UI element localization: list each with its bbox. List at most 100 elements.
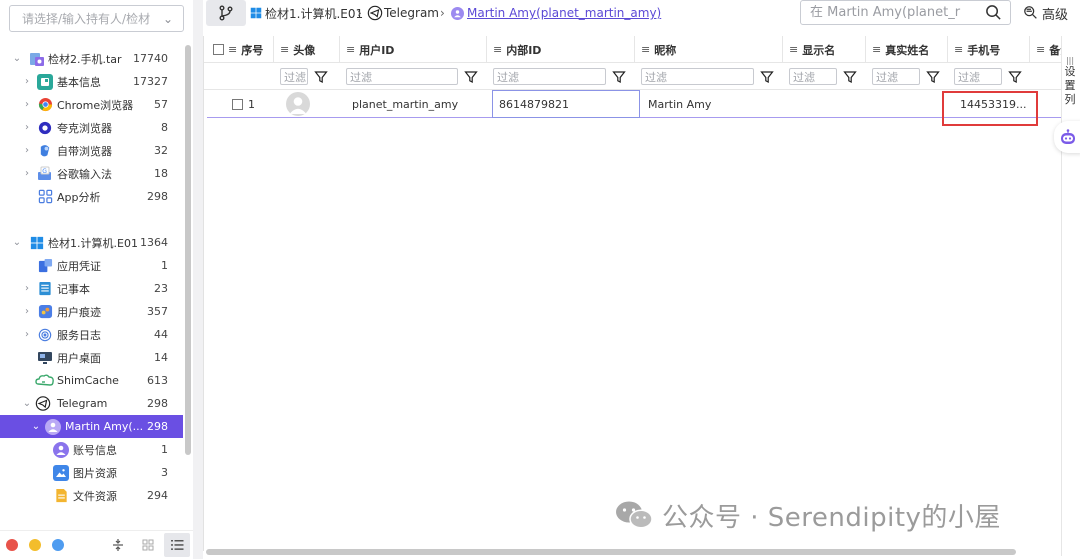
filter-icon[interactable] <box>314 70 328 84</box>
filter-icon[interactable] <box>843 70 857 84</box>
tree-node-chrome[interactable]: › Chrome浏览器 57 <box>0 93 183 116</box>
column-menu-icon[interactable]: ≡ <box>872 43 881 56</box>
filter-input[interactable]: 过滤 <box>641 68 754 85</box>
chevron-right-icon[interactable]: › <box>21 306 33 318</box>
tree-node-user-traces[interactable]: › 用户痕迹 357 <box>0 300 183 323</box>
tree-node-label: 谷歌输入法 <box>57 167 112 181</box>
collapse-icon[interactable] <box>107 535 129 555</box>
red-dot-icon[interactable] <box>6 539 18 551</box>
column-menu-icon[interactable]: ≡ <box>280 43 289 56</box>
tree-node-telegram[interactable]: ⌄ Telegram 298 <box>0 392 183 415</box>
filter-input[interactable]: 过滤 <box>493 68 606 85</box>
breadcrumb-martin-amy[interactable]: Martin Amy(planet_martin_amy) <box>451 0 661 26</box>
tree-node-pc-evidence[interactable]: ⌄ 检材1.计算机.E01 1364 <box>0 231 183 254</box>
column-menu-icon[interactable]: ≡ <box>954 43 963 56</box>
filter-input[interactable]: 过滤 <box>872 68 920 85</box>
column-menu-icon[interactable]: ≡ <box>493 43 502 56</box>
column-header-nickname[interactable]: ≡ 昵称 <box>635 36 783 63</box>
filter-input[interactable]: 过滤 <box>346 68 458 85</box>
column-menu-icon[interactable]: ≡ <box>641 43 650 56</box>
chevron-right-icon[interactable]: › <box>21 76 33 88</box>
tree-node-phone-evidence[interactable]: ⌄ 检材2.手机.tar 17740 <box>0 47 183 70</box>
filter-icon[interactable] <box>464 70 478 84</box>
holder-select[interactable]: ⌄ <box>9 5 184 32</box>
internal-id-cell[interactable]: 8614879821 <box>499 90 569 118</box>
column-header-display-name[interactable]: ≡ 显示名 <box>783 36 866 63</box>
breadcrumb-pc-evidence[interactable]: 检材1.计算机.E01 <box>250 0 363 26</box>
chevron-down-icon[interactable]: ⌄ <box>30 421 42 433</box>
filter-input[interactable]: 过滤 <box>789 68 837 85</box>
chevron-right-icon[interactable]: › <box>21 168 33 180</box>
chevron-down-icon[interactable]: ⌄ <box>21 398 33 410</box>
chevron-down-icon[interactable]: ⌄ <box>161 12 175 26</box>
tree-node-shimcache[interactable]: ShimCache 613 <box>0 369 183 392</box>
breadcrumb-telegram[interactable]: Telegram <box>367 0 439 26</box>
chevron-right-icon[interactable]: › <box>21 329 33 341</box>
column-header-user-id[interactable]: ≡ 用户ID <box>340 36 487 63</box>
tree-node-count: 294 <box>147 489 168 502</box>
tree-node-service-logs[interactable]: › 服务日志 44 <box>0 323 183 346</box>
blue-dot-icon[interactable] <box>52 539 64 551</box>
chevron-right-icon[interactable]: › <box>21 283 33 295</box>
content-search[interactable] <box>800 0 1011 25</box>
row-checkbox-cell[interactable]: 1 <box>232 90 255 118</box>
column-header-index[interactable]: ≡ 序号 <box>204 36 274 63</box>
tree-node-builtin-browser[interactable]: › 自带浏览器 32 <box>0 139 183 162</box>
holder-search-input[interactable] <box>22 11 161 26</box>
tree-node-image-resources[interactable]: 图片资源 3 <box>0 461 183 484</box>
tree-node-account-info[interactable]: 账号信息 1 <box>0 438 183 461</box>
chevron-right-icon[interactable]: › <box>21 99 33 111</box>
quark-icon <box>37 120 53 136</box>
tree-node-file-resources[interactable]: 文件资源 294 <box>0 484 183 507</box>
user-id-cell[interactable]: planet_martin_amy <box>352 90 458 118</box>
search-icon[interactable] <box>985 4 1002 24</box>
advanced-search-button[interactable]: 高级 <box>1023 2 1068 24</box>
tree-node-notepad[interactable]: › 记事本 23 <box>0 277 183 300</box>
nickname-cell[interactable]: Martin Amy <box>648 90 711 118</box>
tree-node-google-ime[interactable]: › G 谷歌输入法 18 <box>0 162 183 185</box>
tree-node-label: 自带浏览器 <box>57 144 112 158</box>
list-view-icon[interactable] <box>164 533 190 557</box>
sidebar-scrollbar[interactable] <box>185 45 191 455</box>
table-row[interactable]: 1 planet_martin_amy 8614879821 Martin Am… <box>207 90 1062 118</box>
column-menu-icon[interactable]: ≡ <box>789 43 798 56</box>
filter-input[interactable]: 过滤 <box>280 68 308 85</box>
tree-node-count: 298 <box>147 420 168 433</box>
column-menu-icon[interactable]: ≡ <box>228 43 237 56</box>
grid-view-icon[interactable] <box>137 535 159 555</box>
column-header-internal-id[interactable]: ≡ 内部ID <box>487 36 635 63</box>
tree-node-martin-amy[interactable]: ⌄ Martin Amy(... 298 <box>0 415 183 438</box>
chevron-down-icon[interactable]: ⌄ <box>11 53 23 65</box>
filter-icon[interactable] <box>760 70 774 84</box>
tree-node-credentials[interactable]: 应用凭证 1 <box>0 254 183 277</box>
chevron-right-icon[interactable]: › <box>21 145 33 157</box>
panel-splitter[interactable] <box>193 0 203 559</box>
tree-node-basic-info[interactable]: › 基本信息 17327 <box>0 70 183 93</box>
filter-icon[interactable] <box>926 70 940 84</box>
yellow-dot-icon[interactable] <box>29 539 41 551</box>
branch-button[interactable] <box>206 0 246 26</box>
windows-icon <box>250 7 262 19</box>
select-all-checkbox[interactable] <box>213 44 224 55</box>
right-toolstrip <box>1061 36 1080 556</box>
tree-node-app-analysis[interactable]: App分析 298 <box>0 185 183 208</box>
avatar <box>286 92 310 116</box>
tree-node-user-desktop[interactable]: 用户桌面 14 <box>0 346 183 369</box>
chevron-down-icon[interactable]: ⌄ <box>11 237 23 249</box>
horizontal-scrollbar[interactable] <box>206 549 1016 555</box>
column-header-real-name[interactable]: ≡ 真实姓名 <box>866 36 948 63</box>
column-header-remark[interactable]: ≡ 备注 <box>1030 36 1062 63</box>
filter-icon[interactable] <box>1008 70 1022 84</box>
column-menu-icon[interactable]: ≡ <box>1036 43 1045 56</box>
filter-icon[interactable] <box>612 70 626 84</box>
tree-node-quark[interactable]: › 夸克浏览器 8 <box>0 116 183 139</box>
column-menu-icon[interactable]: ≡ <box>346 43 355 56</box>
filter-input[interactable]: 过滤 <box>954 68 1002 85</box>
row-checkbox[interactable] <box>232 98 243 110</box>
column-header-avatar[interactable]: ≡ 头像 <box>274 36 340 63</box>
column-settings-button[interactable]: ||| 设置列 <box>1063 56 1077 107</box>
content-search-input[interactable] <box>810 5 970 20</box>
chevron-right-icon[interactable]: › <box>21 122 33 134</box>
column-header-phone[interactable]: ≡ 手机号 <box>948 36 1030 63</box>
assistant-robot-button[interactable] <box>1054 121 1080 153</box>
